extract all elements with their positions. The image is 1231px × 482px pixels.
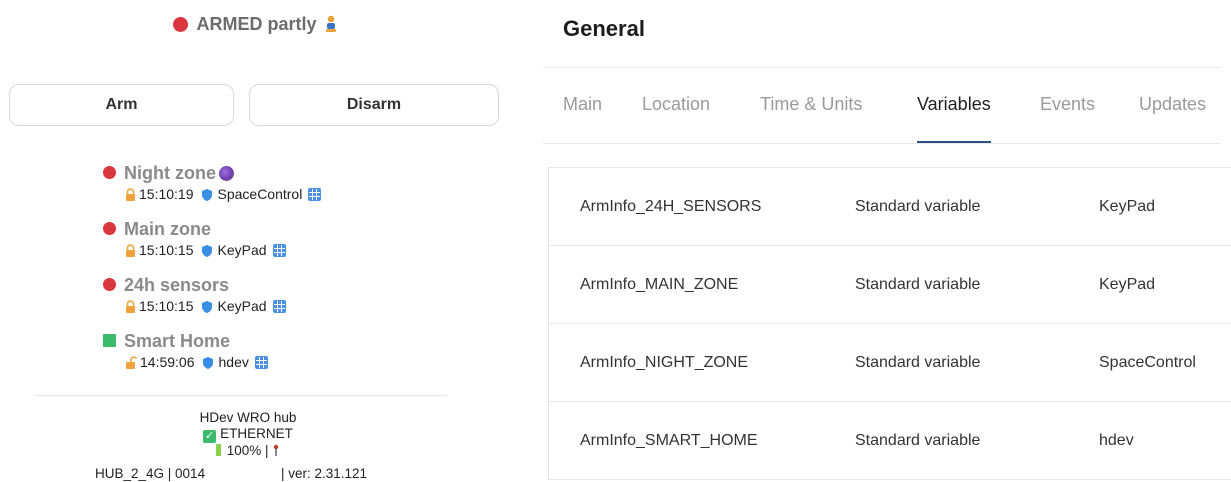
arm-status-text: ARMED partly: [196, 14, 317, 34]
variable-type: Standard variable: [855, 198, 981, 215]
page-title: General: [563, 16, 645, 41]
zone-armed-dot-icon: [103, 166, 116, 179]
lock-open-icon: [125, 354, 138, 374]
keypad-grid-icon: [272, 242, 286, 262]
variable-value: hdev: [1099, 432, 1134, 449]
night-moon-icon: [219, 166, 234, 181]
keypad-grid-icon: [308, 186, 322, 206]
zone-disarmed-square-icon: [103, 334, 116, 347]
variable-name: ArmInfo_SMART_HOME: [580, 432, 758, 449]
arm-button[interactable]: Arm: [9, 84, 234, 126]
keypad-grid-icon: [272, 298, 286, 318]
lock-closed-icon: [125, 186, 136, 206]
shield-icon: [201, 242, 212, 262]
person-icon: [323, 15, 339, 38]
variable-type: Standard variable: [855, 432, 981, 449]
tab-updates[interactable]: Updates: [1139, 92, 1206, 144]
armed-status-dot-icon: [173, 17, 189, 32]
hub-version: | ver: 2.31.121: [281, 466, 368, 481]
general-settings: General Main Location Time & Units Varia…: [543, 0, 1231, 482]
zone-source: KeyPad: [217, 242, 267, 258]
zone-armed-dot-icon: [103, 278, 116, 291]
zone-source: SpaceControl: [217, 186, 303, 202]
table-row[interactable]: ArmInfo_SMART_HOME Standard variable hde…: [549, 402, 1231, 480]
variable-name: ArmInfo_24H_SENSORS: [580, 198, 762, 215]
divider: [543, 143, 1220, 144]
zone-name: Smart Home: [124, 331, 231, 351]
shield-icon: [202, 354, 213, 374]
variable-value: KeyPad: [1099, 198, 1156, 215]
zone-item-main[interactable]: Main zone 15:10:15 KeyPad: [103, 218, 324, 274]
tab-events[interactable]: Events: [1040, 92, 1095, 144]
zone-item-smart-home[interactable]: Smart Home 14:59:06 hdev: [103, 330, 324, 386]
table-row[interactable]: ArmInfo_24H_SENSORS Standard variable Ke…: [549, 168, 1231, 246]
divider: [36, 395, 447, 396]
shield-icon: [201, 298, 212, 318]
tab-main[interactable]: Main: [563, 92, 602, 144]
tab-time-units[interactable]: Time & Units: [760, 92, 862, 144]
variable-type: Standard variable: [855, 276, 981, 293]
disarm-button[interactable]: Disarm: [249, 84, 499, 126]
hub-connection: ETHERNET: [220, 426, 293, 441]
zone-item-24h[interactable]: 24h sensors 15:10:15 KeyPad: [103, 274, 324, 330]
table-row[interactable]: ArmInfo_NIGHT_ZONE Standard variable Spa…: [549, 324, 1231, 402]
zone-armed-dot-icon: [103, 222, 116, 235]
zone-name: 24h sensors: [124, 275, 230, 295]
zone-name: Main zone: [124, 219, 212, 239]
security-panel: ARMED partly Arm Disarm Night zone 15:10…: [0, 0, 512, 482]
table-row[interactable]: ArmInfo_MAIN_ZONE Standard variable KeyP…: [549, 246, 1231, 324]
checkmark-icon: ✓: [203, 430, 217, 443]
zone-source: KeyPad: [217, 298, 267, 314]
hub-id: HUB_2_4G | 0014: [95, 466, 206, 481]
hub-info: HDev WRO hub ✓ ETHERNET 100% |: [88, 410, 408, 459]
zone-time: 14:59:06: [140, 354, 195, 370]
zone-list: Night zone 15:10:19 SpaceControl Main zon…: [103, 162, 324, 386]
battery-icon: [215, 444, 221, 456]
tab-variables[interactable]: Variables: [917, 92, 991, 144]
variable-name: ArmInfo_NIGHT_ZONE: [580, 354, 749, 371]
tab-location[interactable]: Location: [642, 92, 710, 144]
lock-closed-icon: [125, 298, 136, 318]
antenna-icon: [272, 443, 280, 458]
variable-type: Standard variable: [855, 354, 981, 371]
zone-time: 15:10:19: [139, 186, 194, 202]
divider: [543, 67, 1220, 68]
hub-battery: 100%: [226, 443, 262, 458]
zone-time: 15:10:15: [139, 242, 194, 258]
shield-icon: [201, 186, 212, 206]
variable-name: ArmInfo_MAIN_ZONE: [580, 276, 739, 293]
variable-value: KeyPad: [1099, 276, 1156, 293]
zone-source: hdev: [218, 354, 249, 370]
zone-name: Night zone: [124, 163, 216, 183]
lock-closed-icon: [125, 242, 136, 262]
zone-item-night[interactable]: Night zone 15:10:19 SpaceControl: [103, 162, 324, 218]
variables-table: ArmInfo_24H_SENSORS Standard variable Ke…: [548, 167, 1231, 480]
keypad-grid-icon: [254, 354, 268, 374]
variable-value: SpaceControl: [1099, 354, 1196, 371]
zone-time: 15:10:15: [139, 298, 194, 314]
arm-status: ARMED partly: [0, 14, 512, 38]
hub-name: HDev WRO hub: [199, 410, 297, 425]
